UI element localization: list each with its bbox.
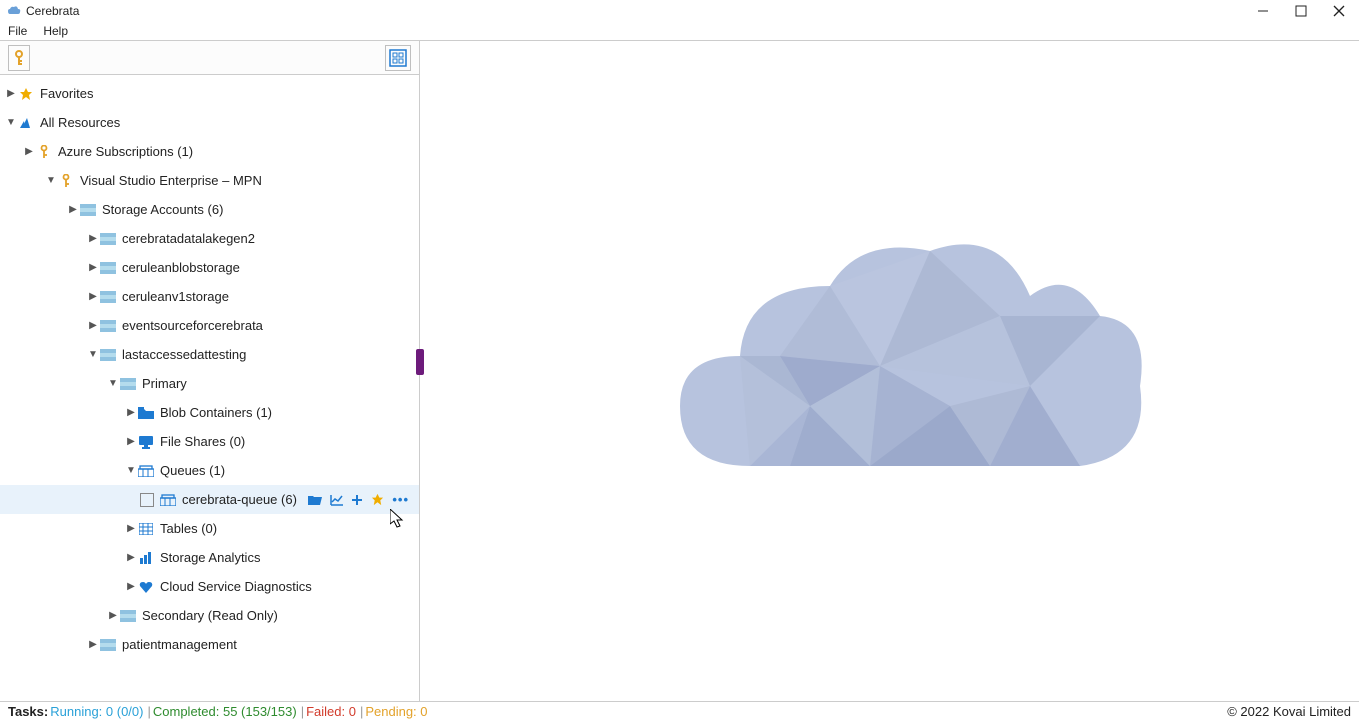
tree-node-primary[interactable]: ▼ Primary bbox=[0, 369, 419, 398]
azure-icon bbox=[18, 115, 34, 131]
tree-label: Storage Accounts (6) bbox=[102, 202, 223, 217]
open-folder-icon[interactable] bbox=[308, 494, 322, 505]
storage-icon bbox=[100, 231, 116, 247]
tree-node-cerebrata-queue[interactable]: cerebrata-queue (6) ••• bbox=[0, 485, 419, 514]
status-pending: Pending: 0 bbox=[365, 704, 427, 719]
minimize-button[interactable] bbox=[1257, 5, 1269, 17]
tree-node-favorites[interactable]: ▶ Favorites bbox=[0, 79, 419, 108]
close-button[interactable] bbox=[1333, 5, 1345, 17]
tree-node-vs-enterprise[interactable]: ▼ Visual Studio Enterprise – MPN bbox=[0, 166, 419, 195]
resource-tree[interactable]: ▶ Favorites ▼ All Resources ▶ Azure Subs… bbox=[0, 75, 419, 701]
storage-icon bbox=[100, 289, 116, 305]
tree-label: Storage Analytics bbox=[160, 550, 260, 565]
status-tasks-label: Tasks bbox=[8, 704, 44, 719]
cloud-logo-icon bbox=[630, 206, 1150, 536]
add-icon[interactable] bbox=[351, 494, 363, 506]
sidebar-toolbar bbox=[0, 41, 419, 75]
key-icon bbox=[36, 144, 52, 160]
title-bar: Cerebrata bbox=[0, 0, 1359, 22]
tree-node-blob-containers[interactable]: ▶ Blob Containers (1) bbox=[0, 398, 419, 427]
tree-label: Azure Subscriptions (1) bbox=[58, 144, 193, 159]
tree-label: patientmanagement bbox=[122, 637, 237, 652]
tree-label: Secondary (Read Only) bbox=[142, 608, 278, 623]
app-logo-icon bbox=[6, 6, 22, 16]
storage-icon bbox=[80, 202, 96, 218]
tree-label: Primary bbox=[142, 376, 187, 391]
tree-label: Blob Containers (1) bbox=[160, 405, 272, 420]
status-running: Running: 0 (0/0) bbox=[50, 704, 143, 719]
tree-label: File Shares (0) bbox=[160, 434, 245, 449]
add-connection-button[interactable] bbox=[8, 45, 30, 71]
tree-label: Queues (1) bbox=[160, 463, 225, 478]
tree-node-sa-cerulean-blob[interactable]: ▶ ceruleanblobstorage bbox=[0, 253, 419, 282]
queue-icon bbox=[160, 492, 176, 508]
tree-label: Tables (0) bbox=[160, 521, 217, 536]
tree-node-sa-datalake[interactable]: ▶ cerebratadatalakegen2 bbox=[0, 224, 419, 253]
tree-label: lastaccessedattesting bbox=[122, 347, 246, 362]
table-icon bbox=[138, 521, 154, 537]
app-title: Cerebrata bbox=[26, 4, 79, 18]
storage-icon bbox=[100, 260, 116, 276]
tree-node-secondary[interactable]: ▶ Secondary (Read Only) bbox=[0, 601, 419, 630]
splitter-handle[interactable] bbox=[416, 349, 424, 375]
status-bar: Tasks: Running: 0 (0/0) | Completed: 55 … bbox=[0, 701, 1359, 721]
star-icon bbox=[18, 86, 34, 102]
maximize-button[interactable] bbox=[1295, 5, 1307, 17]
monitor-icon bbox=[138, 434, 154, 450]
folder-icon bbox=[138, 405, 154, 421]
tree-node-azure-subscriptions[interactable]: ▶ Azure Subscriptions (1) bbox=[0, 137, 419, 166]
tree-node-tables[interactable]: ▶ Tables (0) bbox=[0, 514, 419, 543]
tree-label: cerebrata-queue (6) bbox=[182, 492, 297, 507]
checkbox[interactable] bbox=[140, 493, 154, 507]
chart-icon[interactable] bbox=[330, 494, 343, 506]
tree-node-storage-analytics[interactable]: ▶ Storage Analytics bbox=[0, 543, 419, 572]
key-icon bbox=[58, 173, 74, 189]
window-controls bbox=[1257, 5, 1353, 17]
tree-label: eventsourceforcerebrata bbox=[122, 318, 263, 333]
menu-help[interactable]: Help bbox=[43, 24, 68, 38]
tree-label: Visual Studio Enterprise – MPN bbox=[80, 173, 262, 188]
tree-label: Cloud Service Diagnostics bbox=[160, 579, 312, 594]
more-icon[interactable]: ••• bbox=[392, 492, 409, 507]
queue-icon bbox=[138, 463, 154, 479]
row-actions: ••• bbox=[308, 492, 413, 507]
tree-node-sa-eventsource[interactable]: ▶ eventsourceforcerebrata bbox=[0, 311, 419, 340]
status-copyright: © 2022 Kovai Limited bbox=[1227, 704, 1351, 719]
tree-node-all-resources[interactable]: ▼ All Resources bbox=[0, 108, 419, 137]
tree-node-file-shares[interactable]: ▶ File Shares (0) bbox=[0, 427, 419, 456]
grid-icon bbox=[389, 49, 407, 67]
sidebar: ▶ Favorites ▼ All Resources ▶ Azure Subs… bbox=[0, 41, 420, 701]
status-completed: Completed: 55 (153/153) bbox=[153, 704, 297, 719]
tree-node-cloud-diagnostics[interactable]: ▶ Cloud Service Diagnostics bbox=[0, 572, 419, 601]
tree-label: cerebratadatalakegen2 bbox=[122, 231, 255, 246]
tree-node-sa-lastaccessed[interactable]: ▼ lastaccessedattesting bbox=[0, 340, 419, 369]
content-area bbox=[420, 41, 1359, 701]
status-failed: Failed: 0 bbox=[306, 704, 356, 719]
tree-label: Favorites bbox=[40, 86, 93, 101]
storage-icon bbox=[120, 608, 136, 624]
view-grid-button[interactable] bbox=[385, 45, 411, 71]
storage-icon bbox=[100, 347, 116, 363]
heart-icon bbox=[138, 579, 154, 595]
tree-node-queues[interactable]: ▼ Queues (1) bbox=[0, 456, 419, 485]
storage-icon bbox=[120, 376, 136, 392]
favorite-icon[interactable] bbox=[371, 493, 384, 506]
tree-label: All Resources bbox=[40, 115, 120, 130]
key-icon bbox=[14, 50, 24, 66]
tree-node-storage-accounts[interactable]: ▶ Storage Accounts (6) bbox=[0, 195, 419, 224]
storage-icon bbox=[100, 637, 116, 653]
tree-label: ceruleanblobstorage bbox=[122, 260, 240, 275]
analytics-icon bbox=[138, 550, 154, 566]
tree-label: ceruleanv1storage bbox=[122, 289, 229, 304]
menu-file[interactable]: File bbox=[8, 24, 27, 38]
storage-icon bbox=[100, 318, 116, 334]
menu-bar: File Help bbox=[0, 22, 1359, 40]
tree-node-sa-cerulean-v1[interactable]: ▶ ceruleanv1storage bbox=[0, 282, 419, 311]
tree-node-sa-patient[interactable]: ▶ patientmanagement bbox=[0, 630, 419, 659]
